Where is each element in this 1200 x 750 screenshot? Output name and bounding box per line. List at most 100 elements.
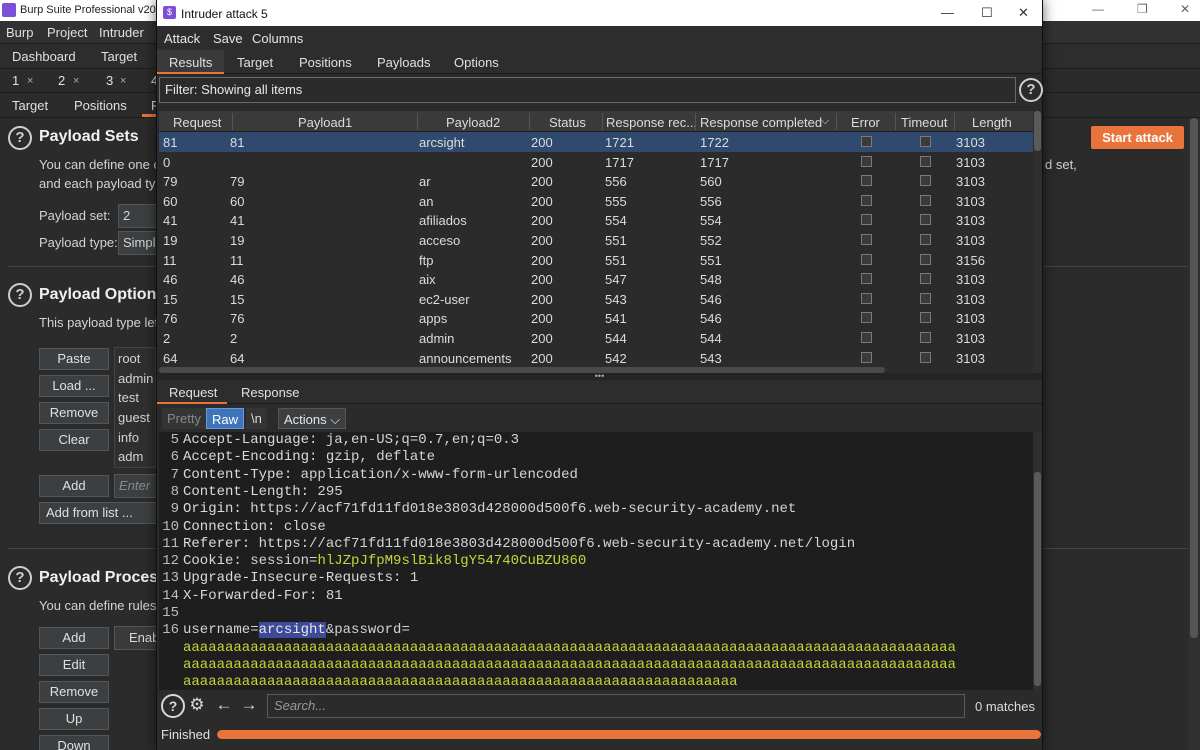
editor-scrollbar[interactable] bbox=[1033, 432, 1042, 690]
attack-tab-3[interactable]: 3 bbox=[106, 73, 113, 88]
error-checkbox bbox=[861, 234, 872, 245]
add-button[interactable]: Add bbox=[39, 475, 109, 497]
col-payload2[interactable]: Payload2 bbox=[446, 115, 500, 130]
main-maximize-icon[interactable]: ❐ bbox=[1137, 2, 1148, 16]
table-row[interactable]: 81 81 arcsight 200 1721 1722 3103 bbox=[159, 132, 1033, 152]
main-scrollbar[interactable] bbox=[1188, 118, 1200, 750]
attack-window-title: Intruder attack 5 bbox=[181, 7, 268, 21]
actions-dropdown[interactable]: Actions ⌵ bbox=[278, 408, 347, 429]
down-rule-button[interactable]: Down bbox=[39, 735, 109, 750]
attack-tab-1[interactable]: 1 bbox=[12, 73, 19, 88]
raw-button[interactable]: Raw bbox=[206, 408, 245, 429]
tab-request[interactable]: Request bbox=[169, 385, 217, 400]
table-row[interactable]: 79 79 ar 200 556 560 3103 bbox=[159, 171, 1033, 191]
tab-response[interactable]: Response bbox=[241, 385, 300, 400]
close-icon[interactable]: ✕ bbox=[1018, 5, 1029, 21]
tab-target[interactable]: Target bbox=[237, 55, 273, 70]
table-row[interactable]: 41 41 afiliados 200 554 554 3103 bbox=[159, 210, 1033, 230]
close-icon[interactable]: × bbox=[73, 75, 79, 87]
menu-save[interactable]: Save bbox=[213, 31, 243, 46]
tab-payloads[interactable]: Payloads bbox=[377, 55, 430, 70]
scrollbar-thumb[interactable] bbox=[1190, 118, 1198, 638]
table-row[interactable]: 11 11 ftp 200 551 551 3156 bbox=[159, 250, 1033, 270]
col-response-received[interactable]: Response rec... bbox=[606, 115, 697, 130]
menu-burp[interactable]: Burp bbox=[6, 25, 33, 40]
list-item[interactable]: info bbox=[118, 430, 139, 445]
attack-tab-2[interactable]: 2 bbox=[58, 73, 65, 88]
table-row[interactable]: 46 46 aix 200 547 548 3103 bbox=[159, 269, 1033, 289]
tab-results[interactable]: Results bbox=[169, 55, 212, 70]
table-row[interactable]: 19 19 acceso 200 551 552 3103 bbox=[159, 230, 1033, 250]
table-cell: apps bbox=[419, 311, 448, 327]
col-length[interactable]: Length bbox=[972, 115, 1012, 130]
subtab-target[interactable]: Target bbox=[12, 98, 48, 113]
col-error[interactable]: Error bbox=[851, 115, 880, 130]
remove-rule-button[interactable]: Remove bbox=[39, 681, 109, 703]
menu-columns[interactable]: Columns bbox=[252, 31, 303, 46]
help-icon[interactable]: ? bbox=[8, 283, 32, 307]
table-row[interactable]: 64 64 announcements 200 542 543 3103 bbox=[159, 348, 1033, 368]
minimize-icon[interactable]: — bbox=[941, 5, 954, 20]
close-icon[interactable]: × bbox=[120, 75, 126, 87]
main-close-icon[interactable]: ✕ bbox=[1180, 2, 1190, 16]
pane-splitter[interactable]: ••• bbox=[157, 372, 1042, 381]
menu-project[interactable]: Project bbox=[47, 25, 87, 40]
table-row[interactable]: 76 76 apps 200 541 546 3103 bbox=[159, 308, 1033, 328]
pretty-button[interactable]: Pretty bbox=[162, 408, 206, 429]
search-input[interactable]: Search... bbox=[267, 694, 965, 718]
editor-line: 14 X-Forwarded-For: 81 bbox=[159, 588, 1033, 605]
line-number: 9 bbox=[170, 501, 179, 518]
filter-bar[interactable]: Filter: Showing all items bbox=[159, 77, 1016, 103]
col-status[interactable]: Status bbox=[549, 115, 586, 130]
help-icon[interactable]: ? bbox=[1019, 78, 1043, 102]
table-row[interactable]: 60 60 an 200 555 556 3103 bbox=[159, 191, 1033, 211]
list-item[interactable]: admin bbox=[118, 371, 153, 386]
help-icon[interactable]: ? bbox=[8, 566, 32, 590]
results-vertical-scrollbar[interactable] bbox=[1033, 111, 1042, 373]
col-payload1[interactable]: Payload1 bbox=[298, 115, 352, 130]
main-minimize-icon[interactable]: — bbox=[1092, 2, 1104, 16]
tab-target[interactable]: Target bbox=[101, 49, 137, 64]
show-newlines-button[interactable]: \n bbox=[246, 408, 267, 429]
payload-type-select[interactable]: Simpl bbox=[118, 231, 158, 255]
help-icon[interactable]: ? bbox=[161, 694, 185, 718]
table-row[interactable]: 0 200 1717 1717 3103 bbox=[159, 152, 1033, 172]
up-rule-button[interactable]: Up bbox=[39, 708, 109, 730]
table-row[interactable]: 15 15 ec2-user 200 543 546 3103 bbox=[159, 289, 1033, 309]
scrollbar-thumb[interactable] bbox=[1034, 111, 1041, 151]
table-cell: 551 bbox=[605, 233, 627, 248]
list-item[interactable]: test bbox=[118, 390, 139, 405]
menu-attack[interactable]: Attack bbox=[164, 31, 200, 46]
maximize-icon[interactable]: ☐ bbox=[981, 5, 993, 21]
list-item[interactable]: adm bbox=[118, 449, 143, 464]
start-attack-button[interactable]: Start attack bbox=[1091, 126, 1184, 149]
add-rule-button[interactable]: Add bbox=[39, 627, 109, 649]
col-response-completed[interactable]: Response completed bbox=[700, 115, 822, 130]
sort-chevron-icon[interactable]: ⌵ bbox=[821, 115, 829, 128]
close-icon[interactable]: × bbox=[27, 75, 33, 87]
arrow-left-icon[interactable]: ← bbox=[212, 694, 236, 718]
table-row[interactable]: 2 2 admin 200 544 544 3103 bbox=[159, 328, 1033, 348]
add-payload-input[interactable]: Enter bbox=[114, 474, 158, 498]
scrollbar-thumb[interactable] bbox=[1034, 472, 1041, 686]
remove-button[interactable]: Remove bbox=[39, 402, 109, 424]
help-icon[interactable]: ? bbox=[8, 126, 32, 150]
clear-button[interactable]: Clear bbox=[39, 429, 109, 451]
list-item[interactable]: guest bbox=[118, 410, 150, 425]
paste-button[interactable]: Paste bbox=[39, 348, 109, 370]
load-button[interactable]: Load ... bbox=[39, 375, 109, 397]
add-from-list-button[interactable]: Add from list ... bbox=[39, 502, 158, 524]
arrow-right-icon[interactable]: → bbox=[237, 694, 261, 718]
col-timeout[interactable]: Timeout bbox=[901, 115, 947, 130]
col-request[interactable]: Request bbox=[173, 115, 221, 130]
payload-set-select[interactable]: 2 bbox=[118, 204, 158, 228]
edit-rule-button[interactable]: Edit bbox=[39, 654, 109, 676]
tab-dashboard[interactable]: Dashboard bbox=[12, 49, 76, 64]
list-item[interactable]: root bbox=[118, 351, 140, 366]
settings-gear-icon[interactable]: ⚙ bbox=[185, 694, 209, 718]
menu-intruder[interactable]: Intruder bbox=[99, 25, 144, 40]
tab-positions[interactable]: Positions bbox=[299, 55, 352, 70]
request-editor[interactable]: 5 Accept-Language: ja,en-US;q=0.7,en;q=0.… bbox=[159, 432, 1033, 690]
subtab-positions[interactable]: Positions bbox=[74, 98, 127, 113]
tab-options[interactable]: Options bbox=[454, 55, 499, 70]
